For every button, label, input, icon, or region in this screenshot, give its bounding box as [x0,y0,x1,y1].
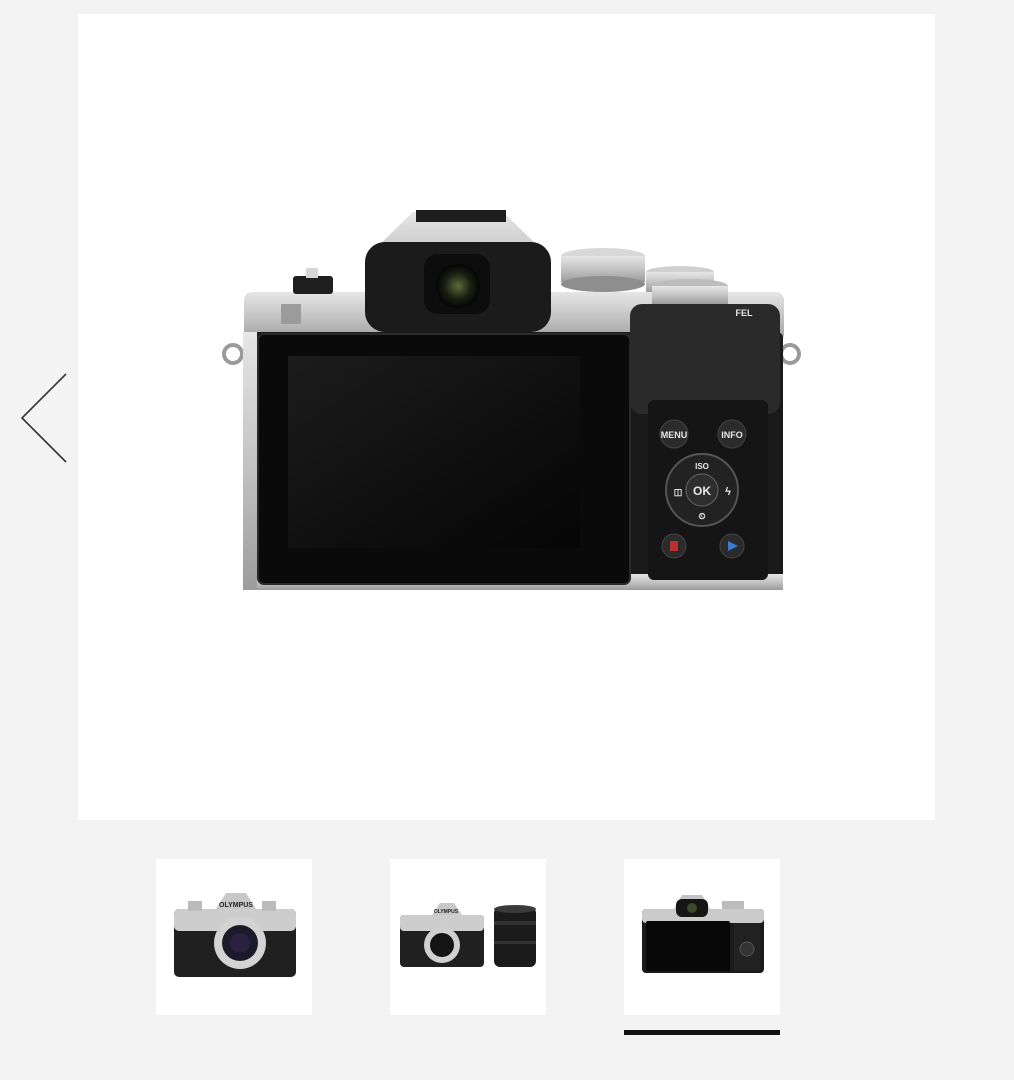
ok-button-label: OK [693,484,711,498]
info-button-label: INFO [721,430,743,440]
fel-button-label: FEL [736,308,754,318]
svg-text:⏲: ⏲ [698,511,705,521]
camera-front-image: OLYMPUS [174,893,296,977]
thumb-logo-1: OLYMPUS [219,902,253,909]
thumbnail-kit-view[interactable]: OLYMPUS [390,859,546,1015]
image-viewer: FEL MENU INFO OK ISO ◫ ϟ ⏲ [78,14,935,820]
camera-rear-image [642,895,764,973]
svg-text:◫: ◫ [674,487,683,497]
menu-button-label: MENU [661,430,688,440]
iso-label: ISO [695,462,709,471]
thumbnail-rear-view[interactable] [624,859,780,1015]
thumb-logo-2: OLYMPUS [434,909,459,915]
selected-thumbnail-indicator [624,1030,780,1035]
svg-text:ϟ: ϟ [725,486,731,498]
chevron-left-icon[interactable] [14,368,74,468]
camera-kit-image: OLYMPUS [400,903,536,967]
thumbnail-front-view[interactable]: OLYMPUS [156,859,312,1015]
main-product-image[interactable]: FEL MENU INFO OK ISO ◫ ϟ ⏲ [78,14,935,820]
